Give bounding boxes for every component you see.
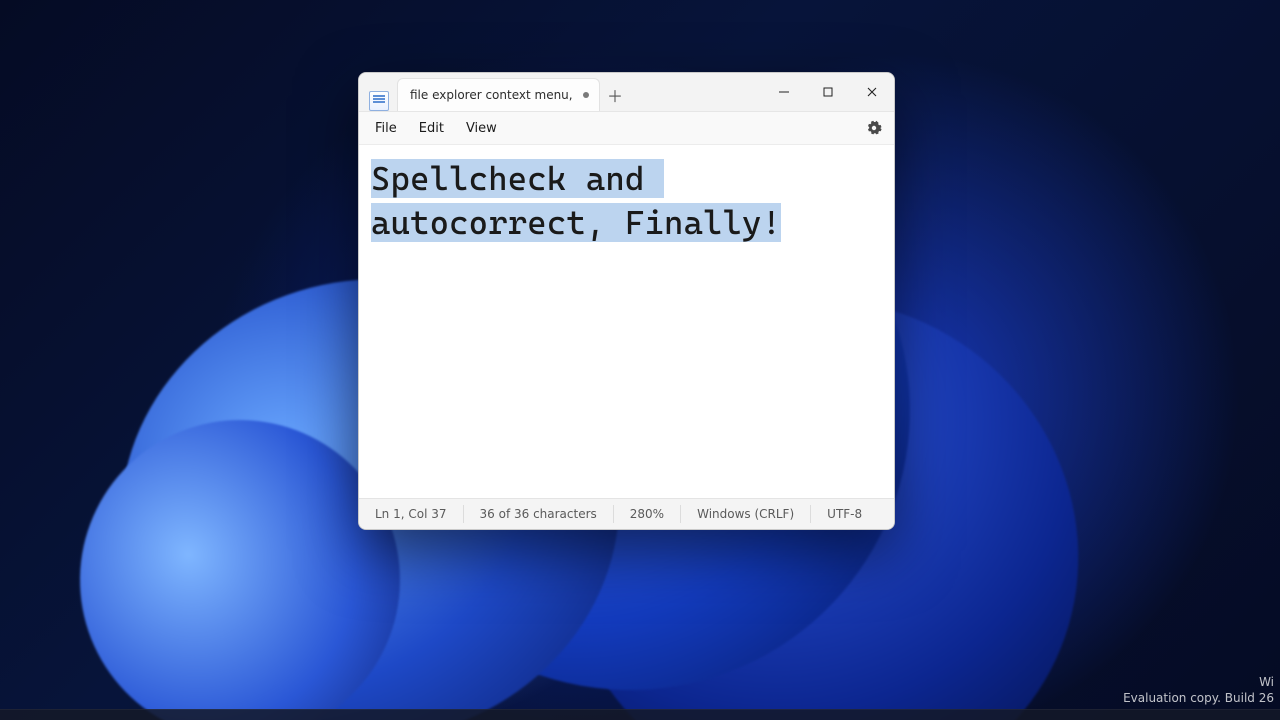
menu-file[interactable]: File: [365, 117, 407, 140]
status-encoding[interactable]: UTF-8: [810, 505, 878, 523]
notepad-app-icon: [369, 91, 389, 111]
taskbar[interactable]: [0, 709, 1280, 720]
watermark-line: Wi: [1123, 674, 1274, 690]
status-bar: Ln 1, Col 37 36 of 36 characters 280% Wi…: [359, 498, 894, 529]
status-line-ending[interactable]: Windows (CRLF): [680, 505, 810, 523]
tab-title: file explorer context menu, window: [410, 88, 575, 102]
close-button[interactable]: [850, 73, 894, 111]
maximize-button[interactable]: [806, 73, 850, 111]
menu-view[interactable]: View: [456, 117, 507, 140]
status-char-count: 36 of 36 characters: [463, 505, 613, 523]
status-cursor-position: Ln 1, Col 37: [359, 505, 463, 523]
text-editor[interactable]: Spellcheck and autocorrect, Finally!: [359, 145, 894, 498]
titlebar[interactable]: file explorer context menu, window ＋: [359, 73, 894, 112]
watermark-line: Evaluation copy. Build 26: [1123, 690, 1274, 706]
maximize-icon: [823, 87, 833, 97]
menu-bar: File Edit View: [359, 112, 894, 145]
editor-content: Spellcheck and autocorrect, Finally!: [371, 157, 882, 244]
new-tab-button[interactable]: ＋: [600, 79, 630, 111]
window-controls: [762, 73, 894, 111]
notepad-window: file explorer context menu, window ＋: [358, 72, 895, 530]
close-icon: [867, 87, 877, 97]
selected-text: autocorrect, Finally!: [371, 203, 781, 242]
minimize-icon: [779, 87, 789, 97]
menu-edit[interactable]: Edit: [409, 117, 454, 140]
windows-watermark: Wi Evaluation copy. Build 26: [1123, 674, 1274, 706]
tab-strip: file explorer context menu, window ＋: [359, 73, 762, 111]
plus-icon: ＋: [607, 83, 623, 107]
minimize-button[interactable]: [762, 73, 806, 111]
status-zoom[interactable]: 280%: [613, 505, 680, 523]
document-tab[interactable]: file explorer context menu, window: [397, 78, 600, 111]
selected-text: Spellcheck and: [371, 159, 664, 198]
unsaved-indicator-icon: [583, 92, 589, 98]
gear-icon: [866, 120, 882, 136]
desktop-wallpaper: file explorer context menu, window ＋: [0, 0, 1280, 720]
settings-button[interactable]: [860, 116, 888, 140]
